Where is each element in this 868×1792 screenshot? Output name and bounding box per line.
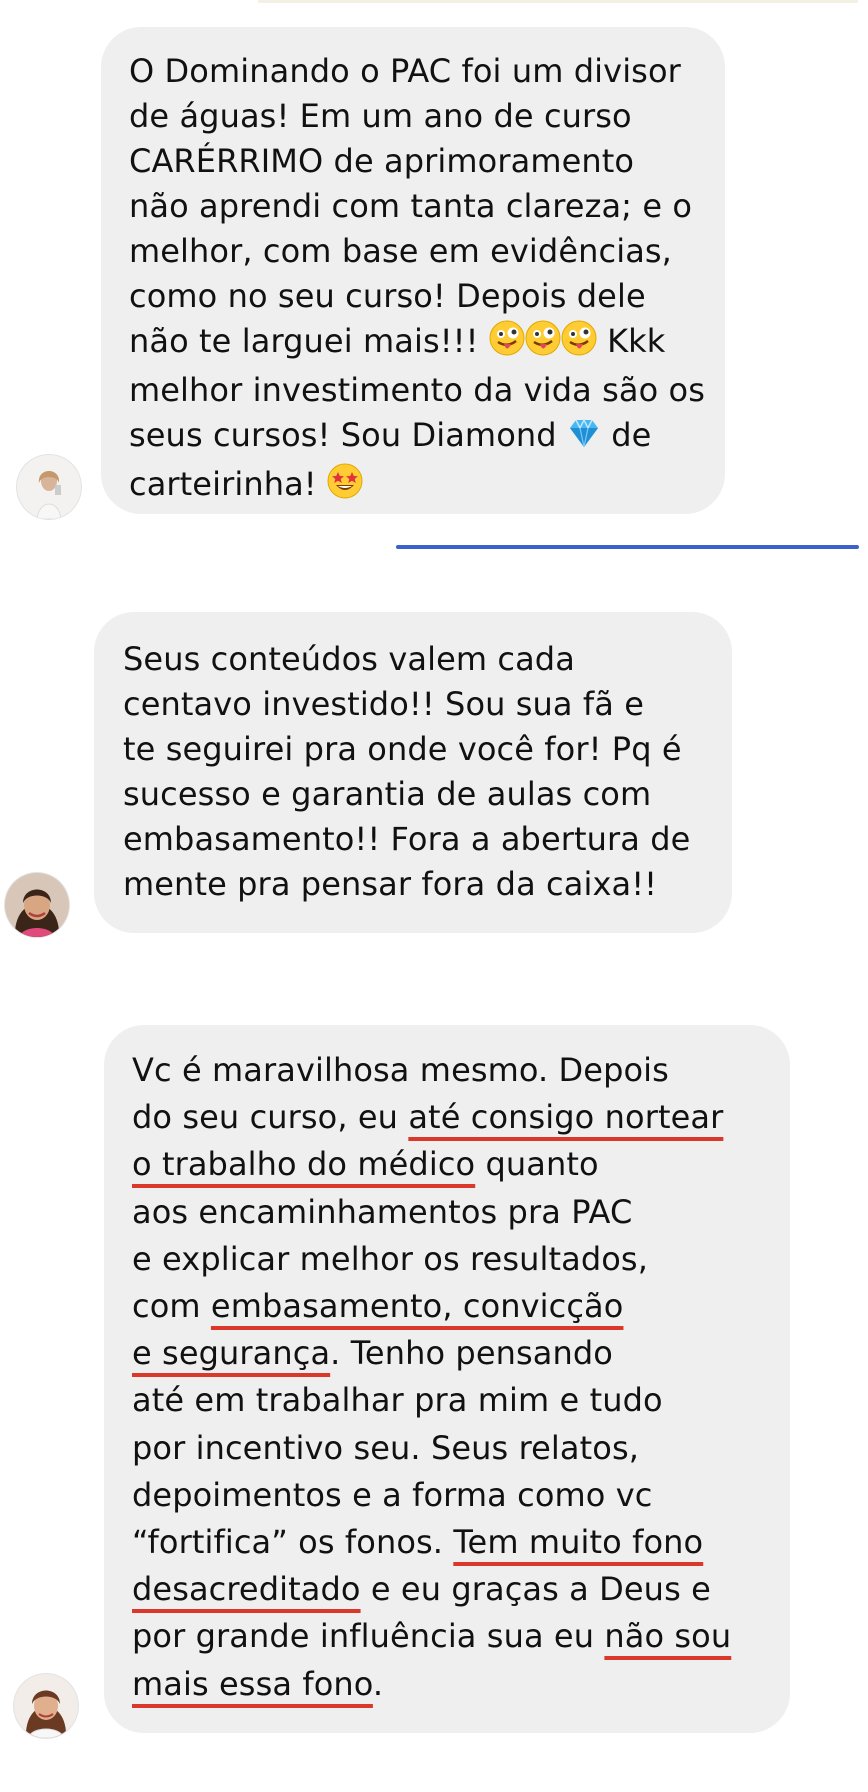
- underlined-text: embasamento, convicção: [210, 1287, 624, 1326]
- text-segment: “fortifica” os fonos.: [132, 1523, 454, 1562]
- text-segment: .: [372, 1664, 384, 1703]
- text-segment: e eu graças a Deus e: [360, 1570, 711, 1609]
- message-text-line: desacreditado e eu graças a Deus e: [132, 1566, 780, 1613]
- message-bubble: Seus conteúdos valem cada centavo invest…: [94, 612, 732, 933]
- message-text-line: “fortifica” os fonos. Tem muito fono: [132, 1519, 780, 1566]
- text-segment: por grande influência sua eu: [132, 1617, 605, 1656]
- message-text-line: até em trabalhar pra mim e tudo: [132, 1381, 663, 1420]
- message-text-line: Seus conteúdos valem cada: [123, 640, 575, 678]
- message-text-line: de águas! Em um ano de curso: [129, 97, 632, 135]
- text-segment: seus cursos! Sou Diamond: [129, 416, 557, 454]
- message-text-line: O Dominando o PAC foi um divisor: [129, 52, 681, 90]
- message-text-line: não aprendi com tanta clareza; e o: [129, 187, 693, 225]
- message-text-line: aos encaminhamentos pra PAC: [132, 1192, 633, 1231]
- message-text-line: mais essa fono.: [132, 1661, 780, 1708]
- top-edge-line: [258, 0, 858, 3]
- message-bubble: Vc é maravilhosa mesmo. Depois do seu cu…: [104, 1025, 790, 1733]
- message-text-line: CARÉRRIMO de aprimoramento: [129, 142, 635, 180]
- message-text-line: Vc é maravilhosa mesmo. Depois: [132, 1051, 669, 1089]
- underlined-text: e segurança: [132, 1334, 331, 1373]
- underlined-text: Tem muito fono: [453, 1523, 704, 1562]
- text-segment: do seu curso, eu: [132, 1098, 409, 1137]
- text-segment: carteirinha!: [129, 465, 317, 503]
- message-text-line: centavo investido!! Sou sua fã e: [123, 685, 645, 723]
- message-text-line: melhor investimento da vida são os: [129, 371, 705, 409]
- sender-avatar[interactable]: [5, 873, 69, 937]
- message-text-line: não te larguei mais!!! Kkk: [129, 319, 715, 368]
- crazy-face-icon: [561, 320, 597, 368]
- sender-avatar[interactable]: [14, 1674, 78, 1738]
- sender-avatar[interactable]: [17, 455, 81, 519]
- message-text-line: e explicar melhor os resultados,: [132, 1239, 648, 1278]
- message-text-line: depoimentos e a forma como vc: [132, 1475, 653, 1514]
- message-text-line: como no seu curso! Depois dele: [129, 277, 646, 315]
- text-segment: com: [132, 1287, 211, 1326]
- message-bubble: O Dominando o PAC foi um divisor de água…: [101, 27, 725, 514]
- crazy-face-icon: [489, 320, 525, 368]
- message-text-line: por grande influência sua eu não sou: [132, 1613, 780, 1660]
- message-text-line: o trabalho do médico quanto: [132, 1141, 780, 1188]
- underlined-text: desacreditado: [132, 1570, 361, 1609]
- message-text-line: embasamento!! Fora a abertura de: [123, 820, 691, 858]
- crazy-face-icon: [525, 320, 561, 368]
- text-segment: não te larguei mais!!!: [129, 322, 479, 360]
- message-text-line: te seguirei pra onde você for! Pq é: [123, 730, 682, 768]
- message-text-line: melhor, com base em evidências,: [129, 232, 672, 270]
- text-segment: Kkk: [607, 322, 666, 360]
- star-struck-icon: [327, 463, 363, 511]
- message-text-line: carteirinha!: [129, 462, 715, 511]
- message-text-line: sucesso e garantia de aulas com: [123, 775, 652, 813]
- underlined-text: não sou: [604, 1617, 732, 1656]
- underlined-text: até consigo nortear: [408, 1098, 724, 1137]
- message-text-line: seus cursos! Sou Diamond de: [129, 413, 715, 462]
- underlined-text: mais essa fono: [132, 1664, 373, 1703]
- text-segment: quanto: [475, 1145, 599, 1184]
- underlined-text: o trabalho do médico: [132, 1145, 476, 1184]
- message-text-line: por incentivo seu. Seus relatos,: [132, 1428, 639, 1467]
- message-text-line: e segurança. Tenho pensando: [132, 1330, 780, 1377]
- divider-line: [396, 545, 859, 549]
- text-segment: de: [611, 416, 652, 454]
- text-segment: . Tenho pensando: [330, 1334, 613, 1373]
- message-text-line: com embasamento, convicção: [132, 1283, 780, 1330]
- message-text-line: mente pra pensar fora da caixa!!: [123, 865, 658, 903]
- message-text-line: do seu curso, eu até consigo nortear: [132, 1094, 780, 1141]
- gem-icon: [567, 416, 601, 462]
